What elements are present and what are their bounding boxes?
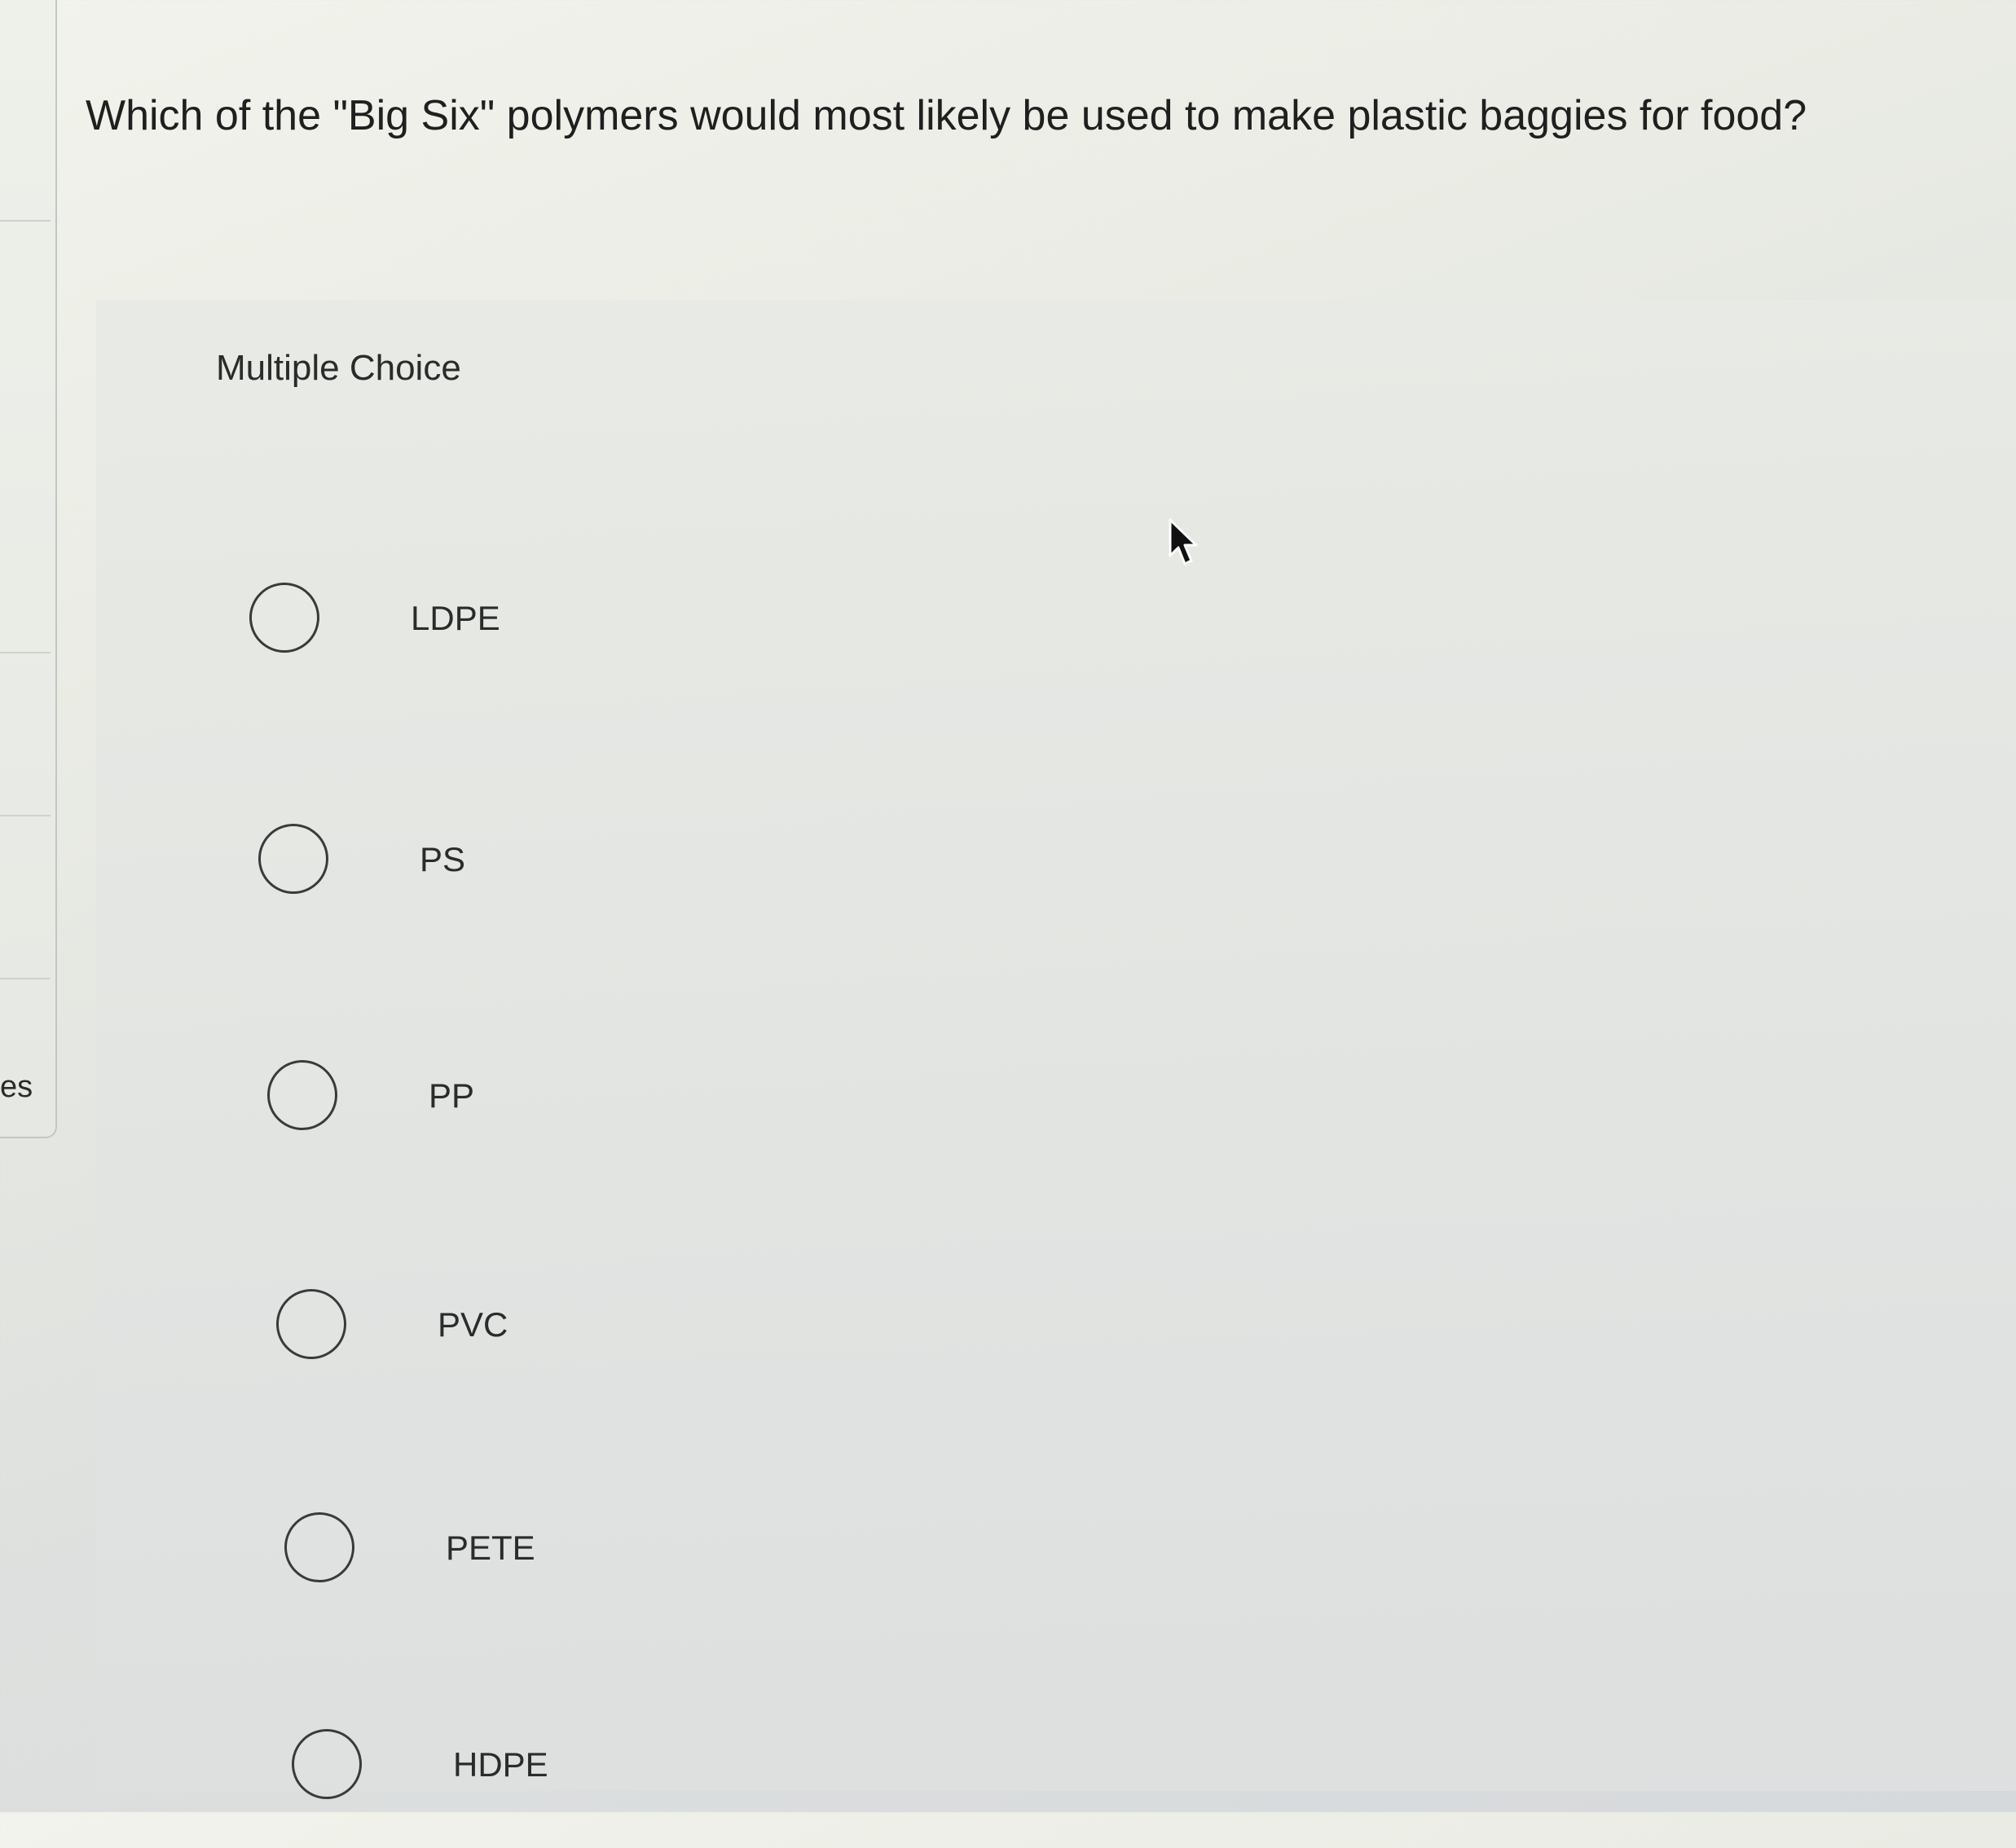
radio-button[interactable]: [258, 824, 328, 894]
option-label[interactable]: PS: [420, 840, 465, 879]
option-label[interactable]: HDPE: [453, 1745, 548, 1784]
option-ps[interactable]: PS: [258, 780, 2016, 943]
option-label[interactable]: LDPE: [411, 599, 500, 638]
option-ldpe[interactable]: LDPE: [249, 539, 2016, 702]
sidebar-divider: [0, 815, 51, 816]
left-sidebar: [0, 0, 57, 1138]
option-pvc[interactable]: PVC: [276, 1245, 2016, 1408]
sidebar-divider: [0, 978, 51, 979]
sidebar-divider: [0, 652, 51, 653]
question-text: Which of the "Big Six" polymers would mo…: [86, 92, 1807, 139]
option-label[interactable]: PVC: [438, 1305, 508, 1344]
sidebar-divider: [0, 220, 51, 222]
radio-button[interactable]: [276, 1289, 346, 1359]
option-label[interactable]: PETE: [446, 1529, 535, 1568]
radio-button[interactable]: [267, 1060, 337, 1130]
sidebar-item-label[interactable]: es: [0, 1070, 33, 1105]
option-label[interactable]: PP: [429, 1076, 474, 1115]
radio-button[interactable]: [284, 1512, 354, 1582]
option-pete[interactable]: PETE: [284, 1468, 2016, 1631]
question-type-label: Multiple Choice: [216, 348, 461, 388]
option-pp[interactable]: PP: [267, 1016, 2016, 1179]
radio-button[interactable]: [292, 1729, 362, 1799]
option-hdpe[interactable]: HDPE: [292, 1685, 2016, 1848]
mouse-cursor-icon: [1169, 518, 1198, 565]
radio-button[interactable]: [249, 583, 319, 653]
